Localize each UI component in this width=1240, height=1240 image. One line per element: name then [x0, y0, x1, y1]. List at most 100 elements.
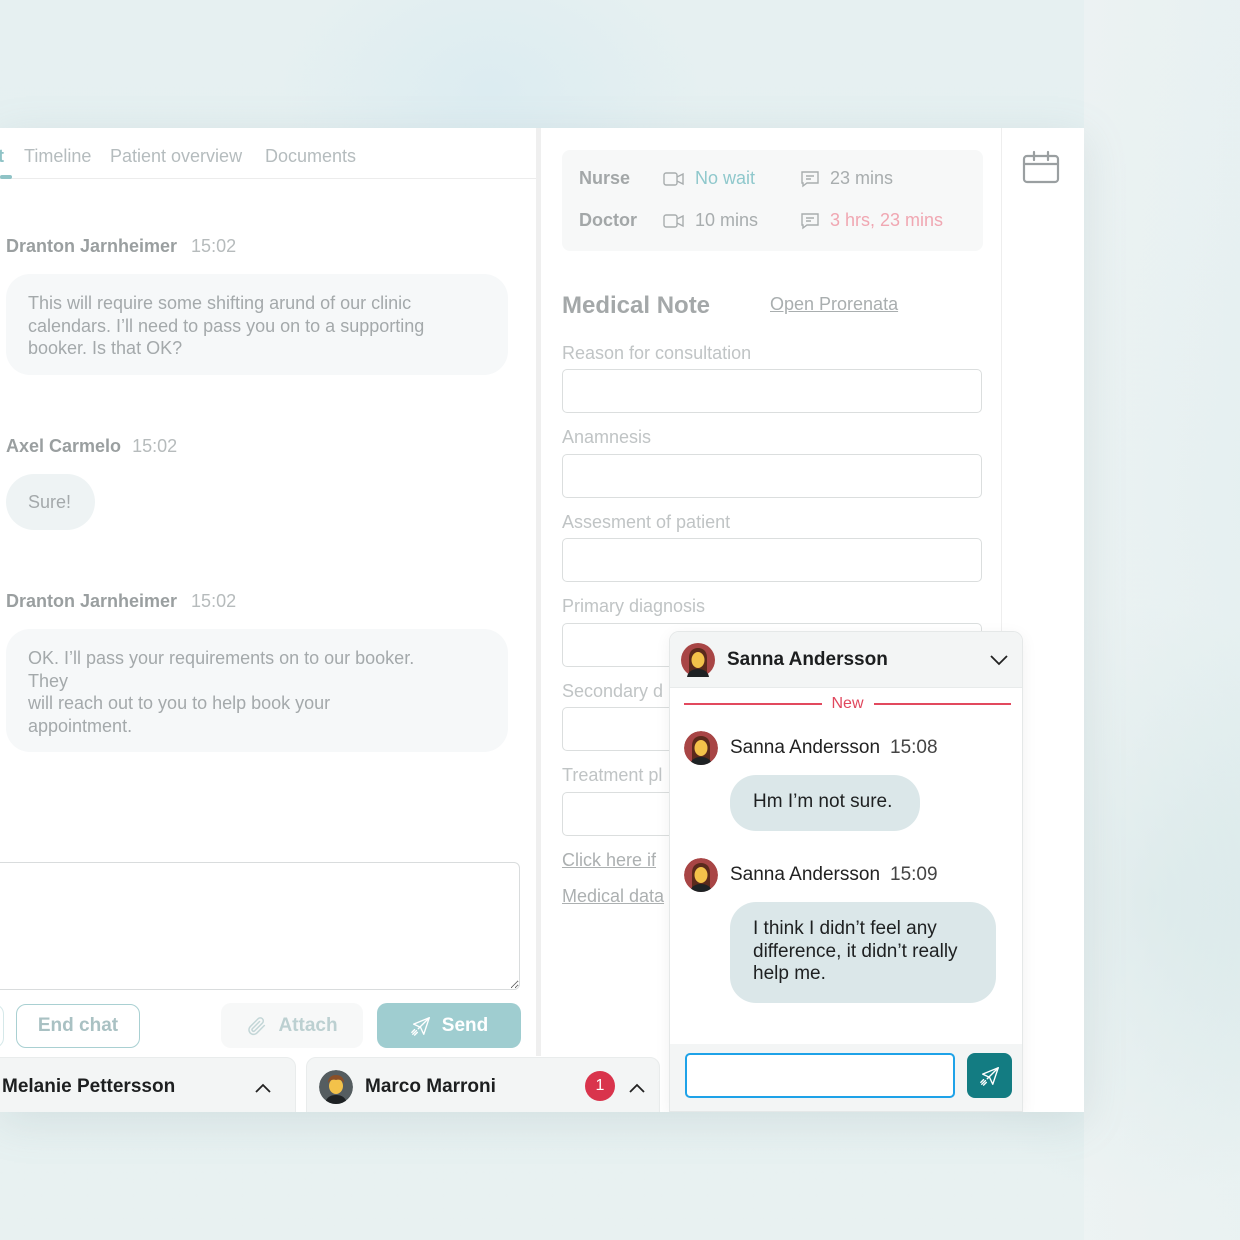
- field-label: Reason for consultation: [562, 343, 752, 363]
- wait-video-value: No wait: [695, 168, 756, 188]
- divider-line: [873, 703, 1012, 705]
- send-button[interactable]: Send: [377, 1003, 521, 1048]
- message-line: calendars. I’ll need to pass you on to a…: [28, 315, 425, 336]
- anamnesis-input[interactable]: [562, 454, 982, 498]
- popup-send-button[interactable]: [967, 1053, 1012, 1098]
- reason-for-consultation-input[interactable]: [562, 369, 982, 413]
- field-label: Secondary d: [562, 681, 664, 701]
- tab-documents[interactable]: Documents: [265, 146, 356, 167]
- dock-chat-name: Melanie Pettersson: [2, 1076, 176, 1097]
- message-compose-input[interactable]: [0, 862, 520, 990]
- wait-role: Doctor: [579, 210, 637, 230]
- tab-timeline[interactable]: Timeline: [24, 146, 91, 167]
- chat-bubble-icon: [801, 212, 819, 229]
- paper-plane-icon: [979, 1066, 999, 1086]
- popup-chat-header[interactable]: Sanna Andersson: [670, 632, 1022, 688]
- message-line: will reach out to you to help book your: [28, 693, 331, 713]
- wait-video-time: No wait: [663, 168, 755, 189]
- hidden-left-button[interactable]: [0, 1004, 4, 1048]
- attach-button[interactable]: Attach: [221, 1003, 363, 1048]
- paper-plane-icon: [410, 1016, 430, 1036]
- avatar-marco: [319, 1070, 353, 1104]
- message-time: 15:02: [191, 591, 237, 611]
- message-bubble: Sure!: [6, 474, 95, 530]
- message-bubble: I think I didn’t feel any difference, it…: [730, 902, 996, 1003]
- new-messages-divider: New: [684, 694, 1012, 714]
- message-line: difference, it didn’t really: [753, 940, 958, 962]
- message-line: They: [28, 670, 69, 691]
- message-author: Dranton Jarnheimer: [6, 236, 178, 256]
- dock-chat-marco[interactable]: Marco Marroni 1: [306, 1057, 660, 1112]
- app-window: t Timeline Patient overview Documents Dr…: [0, 128, 1084, 1112]
- chat-column: t Timeline Patient overview Documents Dr…: [0, 128, 536, 1112]
- wait-video-value: 10 mins: [695, 210, 759, 230]
- message-line: booker. Is that OK?: [28, 338, 183, 358]
- assessment-input[interactable]: [562, 538, 982, 582]
- wait-video-time: 10 mins: [663, 210, 758, 231]
- message-author: Axel Carmelo: [6, 436, 122, 456]
- background-edge: [1084, 0, 1240, 1240]
- avatar-sanna: [681, 642, 715, 677]
- chevron-up-icon[interactable]: [255, 1083, 271, 1093]
- divider-line: [684, 703, 822, 705]
- message-time: 15:09: [890, 864, 938, 885]
- wait-chat-time: 23 mins: [800, 168, 893, 189]
- unread-badge: 1: [585, 1071, 615, 1101]
- popup-message-input[interactable]: [685, 1053, 955, 1098]
- video-camera-icon: [663, 213, 684, 228]
- message-time: 15:02: [191, 236, 237, 256]
- attach-label: Attach: [278, 1014, 338, 1036]
- avatar-sanna: [684, 731, 718, 765]
- popup-chat-footer: [670, 1044, 1022, 1111]
- message-author: Sanna Andersson: [730, 864, 881, 885]
- message-header: Axel Carmelo 15:02: [6, 436, 177, 457]
- chevron-up-icon[interactable]: [629, 1083, 645, 1093]
- message-author: Sanna Andersson: [730, 737, 881, 758]
- message-line: I think I didn’t feel any: [753, 918, 937, 939]
- send-label: Send: [441, 1014, 489, 1036]
- video-camera-icon: [663, 171, 684, 186]
- wait-chat-time: 3 hrs, 23 mins: [800, 210, 943, 231]
- message-bubble: Hm I’m not sure.: [730, 775, 920, 831]
- message-line: Sure!: [28, 492, 72, 512]
- wait-role: Nurse: [579, 168, 631, 188]
- message-header: Dranton Jarnheimer 15:02: [6, 236, 236, 257]
- paperclip-icon: [248, 1016, 266, 1035]
- message-header: Dranton Jarnheimer 15:02: [6, 591, 236, 612]
- message-line: This will require some shifting arund of…: [28, 293, 412, 313]
- chevron-down-icon[interactable]: [990, 655, 1008, 666]
- tab-bar: t Timeline Patient overview Documents: [0, 128, 536, 179]
- dock-chat-name: Marco Marroni: [365, 1076, 496, 1097]
- end-chat-label: End chat: [37, 1015, 119, 1036]
- field-label: Treatment pl: [562, 765, 663, 785]
- message-header: Sanna Andersson 15:09: [684, 858, 938, 892]
- active-tab-indicator: [0, 175, 12, 179]
- popup-chat-name: Sanna Andersson: [727, 648, 888, 670]
- message-line: help me.: [753, 963, 826, 984]
- avatar-sanna: [684, 858, 718, 892]
- message-line: OK. I’ll pass your requirements on to ou…: [28, 648, 415, 668]
- message-bubble: OK. I’ll pass your requirements on to ou…: [6, 629, 508, 752]
- tab-chat[interactable]: t: [0, 146, 4, 167]
- medical-note-title: Medical Note: [562, 292, 711, 319]
- field-label: Anamnesis: [562, 427, 652, 447]
- message-time: 15:08: [890, 737, 938, 758]
- message-time: 15:02: [132, 436, 178, 456]
- popup-chat-window: Sanna Andersson New Sanna Andersson 15:0…: [669, 631, 1023, 1112]
- calendar-icon[interactable]: [1022, 150, 1060, 184]
- chat-bubble-icon: [801, 170, 819, 187]
- message-header: Sanna Andersson 15:08: [684, 731, 938, 765]
- message-bubble: This will require some shifting arund of…: [6, 274, 508, 375]
- medical-data-link[interactable]: Medical data: [562, 886, 664, 907]
- message-line: Hm I’m not sure.: [753, 791, 893, 812]
- tab-patient-overview[interactable]: Patient overview: [110, 146, 242, 167]
- click-here-link[interactable]: Click here if: [562, 850, 656, 871]
- message-line: appointment.: [28, 715, 133, 736]
- wait-chat-value: 3 hrs, 23 mins: [830, 210, 944, 230]
- message-author: Dranton Jarnheimer: [6, 591, 178, 611]
- dock-chat-melanie[interactable]: Melanie Pettersson: [0, 1057, 296, 1112]
- open-prorenata-link[interactable]: Open Prorenata: [770, 294, 898, 315]
- field-label: Primary diagnosis: [562, 596, 706, 616]
- wait-chat-value: 23 mins: [830, 168, 894, 188]
- end-chat-button[interactable]: End chat: [16, 1004, 140, 1048]
